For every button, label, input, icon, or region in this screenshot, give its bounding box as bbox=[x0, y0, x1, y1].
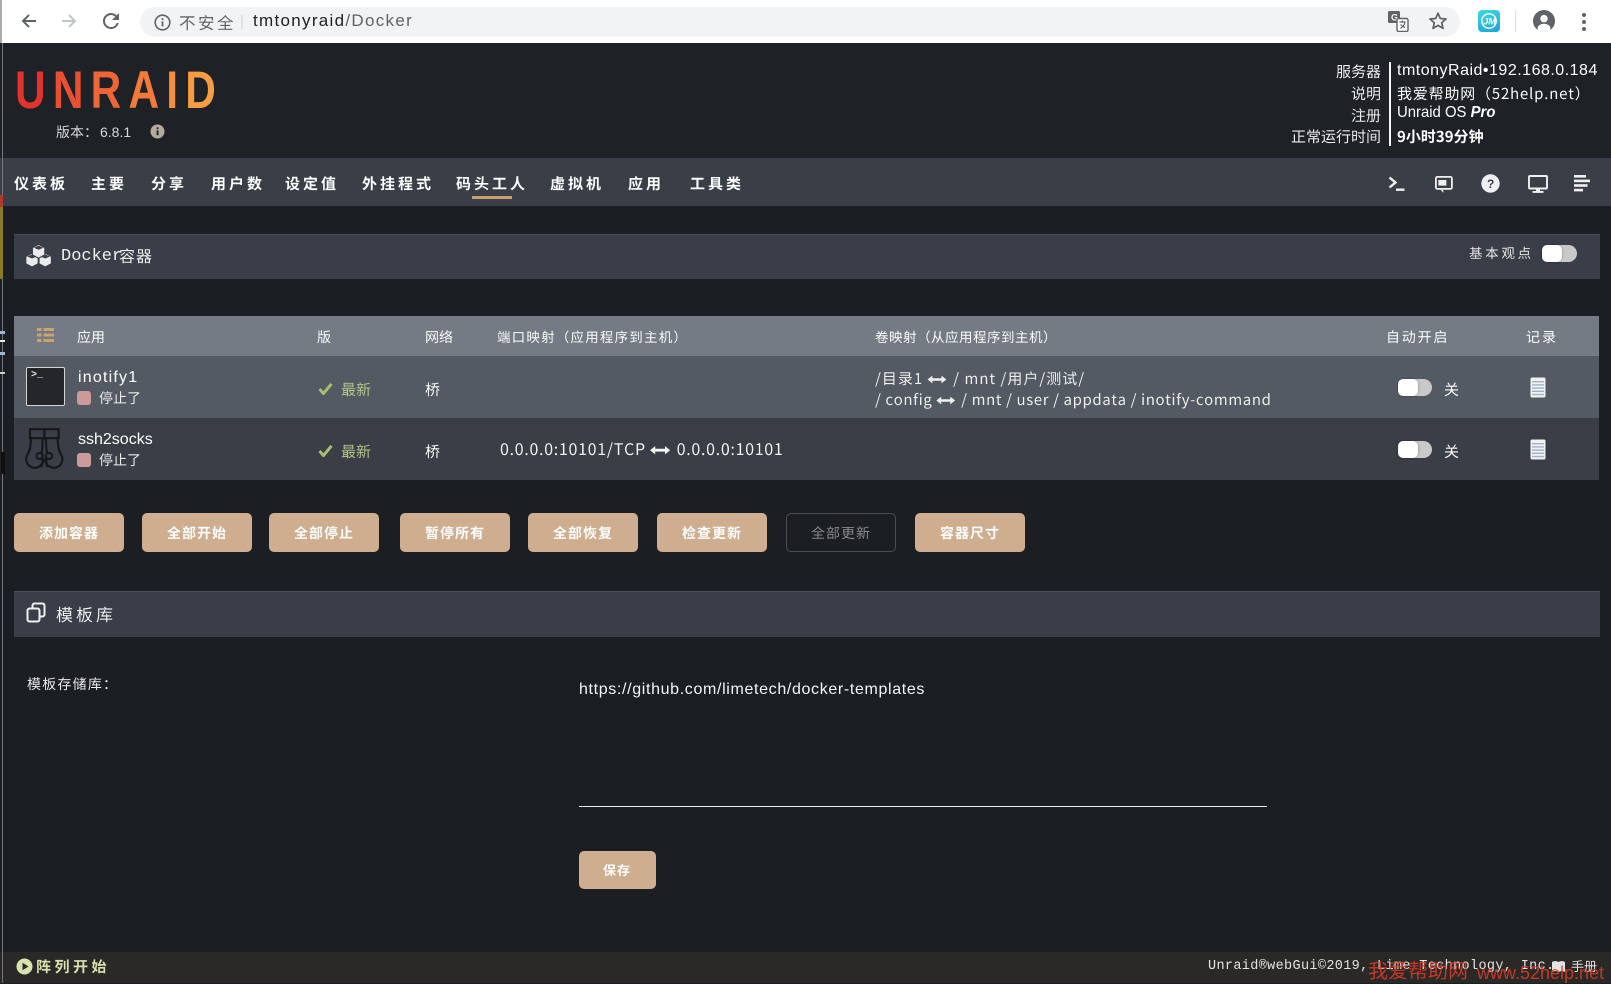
svg-text:?: ? bbox=[1487, 177, 1494, 191]
svg-text:JM: JM bbox=[1483, 17, 1496, 27]
